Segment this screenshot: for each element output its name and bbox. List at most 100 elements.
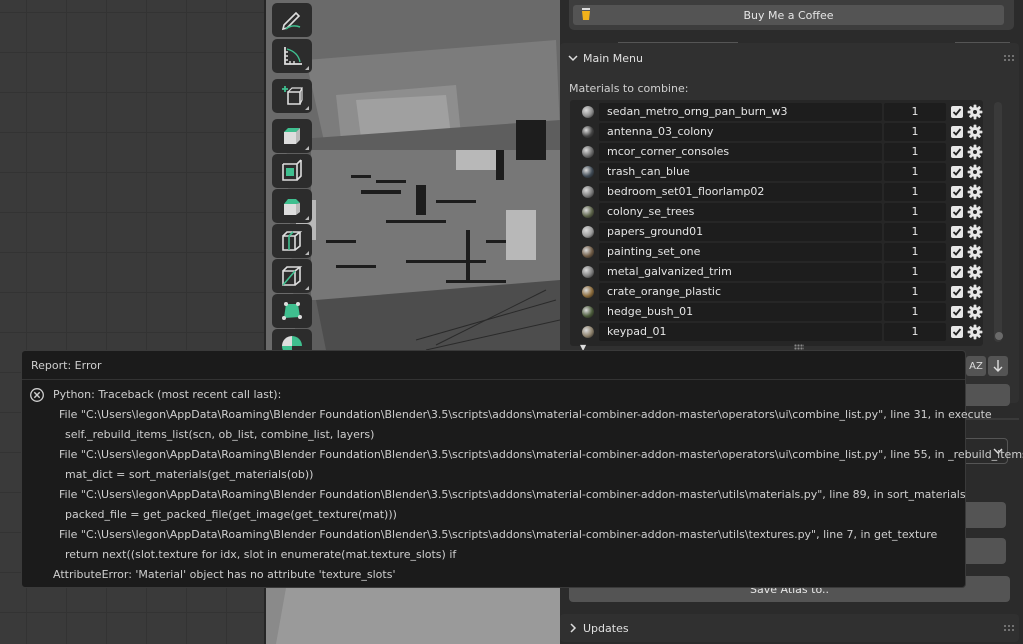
material-name-field[interactable]: hedge_bush_01 [599, 303, 882, 321]
list-scrollbar[interactable] [994, 102, 1002, 342]
field[interactable] [960, 538, 1006, 564]
knife-tool[interactable] [272, 259, 312, 293]
gear-icon[interactable] [967, 304, 983, 320]
material-name-field[interactable]: sedan_metro_orng_pan_burn_w3 [599, 103, 882, 121]
sort-az-label: AZ [969, 360, 983, 372]
material-count-field[interactable]: 1 [884, 323, 946, 341]
material-row[interactable]: mcor_corner_consoles 1 [570, 142, 983, 162]
materials-rows: sedan_metro_orng_pan_burn_w3 1 antenna_03_… [570, 102, 983, 342]
sort-order-button[interactable] [988, 356, 1008, 376]
gear-icon[interactable] [967, 164, 983, 180]
material-include-checkbox[interactable] [951, 326, 963, 338]
material-name-field[interactable]: mcor_corner_consoles [599, 143, 882, 161]
material-row[interactable]: papers_ground01 1 [570, 222, 983, 242]
gear-icon[interactable] [967, 264, 983, 280]
material-name-field[interactable]: keypad_01 [599, 323, 882, 341]
annotate-icon [281, 11, 301, 31]
gear-icon[interactable] [967, 144, 983, 160]
material-include-checkbox[interactable] [951, 146, 963, 158]
material-row[interactable]: sedan_metro_orng_pan_burn_w3 1 [570, 102, 983, 122]
material-name-field[interactable]: papers_ground01 [599, 223, 882, 241]
material-include-checkbox[interactable] [951, 206, 963, 218]
material-row[interactable]: painting_set_one 1 [570, 242, 983, 262]
gear-icon[interactable] [967, 204, 983, 220]
material-row[interactable]: keypad_01 1 [570, 322, 983, 342]
measure-tool[interactable] [272, 39, 312, 73]
gear-icon[interactable] [967, 184, 983, 200]
material-row[interactable]: colony_se_trees 1 [570, 202, 983, 222]
gear-icon[interactable] [967, 284, 983, 300]
checkmark-icon [952, 128, 962, 136]
material-row[interactable]: hedge_bush_01 1 [570, 302, 983, 322]
gear-icon[interactable] [967, 124, 983, 140]
material-count-field[interactable]: 1 [884, 263, 946, 281]
report-title: Report: Error [31, 359, 102, 372]
gear-icon[interactable] [967, 324, 983, 340]
material-include-checkbox[interactable] [951, 226, 963, 238]
material-preview-icon [582, 106, 594, 118]
traceback-line: Python: Traceback (most recent call last… [53, 388, 282, 401]
checkmark-icon [952, 268, 962, 276]
material-name-field[interactable]: bedroom_set01_floorlamp02 [599, 183, 882, 201]
material-count-field[interactable]: 1 [884, 143, 946, 161]
material-include-checkbox[interactable] [951, 266, 963, 278]
material-preview-icon [582, 266, 594, 278]
annotate-tool[interactable] [272, 3, 312, 37]
material-include-checkbox[interactable] [951, 106, 963, 118]
main-menu-header[interactable]: Main Menu [568, 48, 643, 68]
bevel-tool[interactable] [272, 189, 312, 223]
material-row[interactable]: metal_galvanized_trim 1 [570, 262, 983, 282]
material-count-field[interactable]: 1 [884, 183, 946, 201]
material-include-checkbox[interactable] [951, 126, 963, 138]
sort-az-button[interactable]: AZ [966, 356, 986, 376]
material-count-field[interactable]: 1 [884, 163, 946, 181]
gear-icon[interactable] [967, 104, 983, 120]
extrude-tool[interactable] [272, 119, 312, 153]
material-name-field[interactable]: trash_can_blue [599, 163, 882, 181]
traceback-line: mat_dict = sort_materials(get_materials(… [65, 468, 314, 481]
material-include-checkbox[interactable] [951, 246, 963, 258]
material-preview-icon [582, 286, 594, 298]
extrude-icon [284, 128, 300, 144]
error-message: AttributeError: 'Material' object has no… [53, 568, 396, 581]
panel-drag-handle[interactable] [1003, 624, 1015, 632]
checkmark-icon [952, 248, 962, 256]
scrollbar-thumb[interactable] [995, 332, 1003, 340]
material-count-field[interactable]: 1 [884, 283, 946, 301]
material-row[interactable]: trash_can_blue 1 [570, 162, 983, 182]
updates-header[interactable]: Updates [568, 618, 629, 638]
material-count-field[interactable]: 1 [884, 303, 946, 321]
traceback-line: File "C:\Users\legon\AppData\Roaming\Ble… [59, 488, 966, 501]
panel-drag-handle[interactable] [1003, 54, 1015, 62]
add-cube-tool[interactable] [272, 79, 312, 113]
checkmark-icon [952, 188, 962, 196]
field[interactable] [960, 502, 1006, 528]
material-include-checkbox[interactable] [951, 186, 963, 198]
material-include-checkbox[interactable] [951, 166, 963, 178]
material-count-field[interactable]: 1 [884, 243, 946, 261]
loop-cut-tool[interactable] [272, 224, 312, 258]
material-row[interactable]: antenna_03_colony 1 [570, 122, 983, 142]
buy-coffee-button[interactable]: Buy Me a Coffee [573, 5, 1004, 25]
material-name-field[interactable]: colony_se_trees [599, 203, 882, 221]
material-name-field[interactable]: crate_orange_plastic [599, 283, 882, 301]
material-count-field[interactable]: 1 [884, 103, 946, 121]
field[interactable] [960, 384, 1010, 406]
poly-build-tool[interactable] [272, 294, 312, 328]
gear-icon[interactable] [967, 224, 983, 240]
material-count-field[interactable]: 1 [884, 123, 946, 141]
material-row[interactable]: crate_orange_plastic 1 [570, 282, 983, 302]
gear-icon[interactable] [967, 244, 983, 260]
material-include-checkbox[interactable] [951, 286, 963, 298]
material-row[interactable]: bedroom_set01_floorlamp02 1 [570, 182, 983, 202]
main-menu-title: Main Menu [583, 51, 643, 65]
material-count-field[interactable]: 1 [884, 203, 946, 221]
checkmark-icon [952, 148, 962, 156]
material-name-field[interactable]: antenna_03_colony [599, 123, 882, 141]
material-count-field[interactable]: 1 [884, 223, 946, 241]
inset-tool[interactable] [272, 154, 312, 188]
material-include-checkbox[interactable] [951, 306, 963, 318]
material-name-field[interactable]: painting_set_one [599, 243, 882, 261]
material-name-field[interactable]: metal_galvanized_trim [599, 263, 882, 281]
error-report-popup: Report: Error Python: Traceback (most re… [21, 350, 1023, 588]
